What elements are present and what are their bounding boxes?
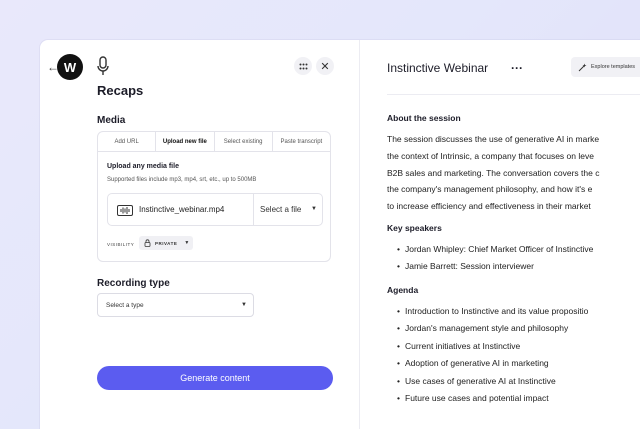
- close-button[interactable]: ✕: [316, 57, 334, 75]
- audio-waveform-icon: [117, 205, 133, 216]
- document-body: About the session The session discusses …: [387, 113, 640, 417]
- divider: [387, 94, 640, 95]
- upload-subtitle: Supported files include mp3, mp4, srt, e…: [107, 177, 257, 183]
- explore-templates-label: Explore templates: [591, 64, 636, 70]
- file-picker[interactable]: Instinctive_webinar.mp4 Select a file ▼: [107, 193, 323, 226]
- lock-icon: [144, 239, 151, 247]
- microphone-icon[interactable]: [96, 56, 110, 78]
- media-card: Add URL Upload new file Select existing …: [97, 131, 331, 262]
- generate-content-button[interactable]: Generate content: [97, 366, 333, 390]
- media-tabs: Add URL Upload new file Select existing …: [98, 132, 330, 152]
- about-paragraph: The session discusses the use of generat…: [387, 131, 640, 215]
- more-options-button[interactable]: ···: [511, 61, 523, 75]
- upload-title: Upload any media file: [107, 163, 179, 170]
- brand-logo[interactable]: W: [57, 54, 83, 80]
- about-line: The session discusses the use of generat…: [387, 134, 600, 144]
- media-label: Media: [97, 115, 126, 126]
- recording-type-select[interactable]: Select a type ▼: [97, 293, 254, 317]
- about-line: the company's management philosophy, and…: [387, 184, 593, 195]
- document-title: Instinctive Webinar: [387, 61, 489, 75]
- list-item: Jordan's management style and philosophy: [387, 320, 640, 338]
- close-icon: ✕: [320, 60, 330, 73]
- recording-type-label: Recording type: [97, 278, 170, 289]
- visibility-label: VISIBILITY: [107, 242, 135, 247]
- caret-down-icon[interactable]: ▼: [311, 206, 317, 212]
- visibility-dropdown[interactable]: PRIVATE ▼: [139, 236, 193, 250]
- about-heading: About the session: [387, 113, 461, 123]
- tab-paste-transcript[interactable]: Paste transcript: [273, 132, 330, 151]
- recording-type-placeholder: Select a type: [106, 302, 144, 309]
- app-window: W ✕ Recaps Media Add URL Upload new file…: [40, 40, 640, 429]
- about-line: to increase efficiency and effectiveness…: [387, 201, 591, 212]
- divider: [253, 194, 254, 225]
- list-item: Future use cases and potential impact: [387, 390, 640, 408]
- explore-templates-button[interactable]: Explore templates: [571, 57, 640, 77]
- list-item: Jordan Whipley: Chief Market Officer of …: [387, 241, 640, 259]
- caret-down-icon: ▼: [241, 302, 247, 308]
- agenda-heading: Agenda: [387, 284, 419, 295]
- agenda-list: Introduction to Instinctive and its valu…: [387, 303, 640, 408]
- speakers-heading: Key speakers: [387, 222, 442, 233]
- grid-menu-button[interactable]: [294, 57, 312, 75]
- list-item: Current initiatives at Instinctive: [387, 338, 640, 356]
- document-panel: Instinctive Webinar ··· Explore template…: [360, 40, 640, 429]
- about-line: B2B sales and marketing. The conversatio…: [387, 167, 600, 178]
- back-arrow-icon[interactable]: ←: [47, 60, 59, 74]
- tab-select-existing[interactable]: Select existing: [215, 132, 273, 151]
- recaps-panel: W ✕ Recaps Media Add URL Upload new file…: [40, 40, 360, 429]
- about-line: the context of Intrinsic, a company that…: [387, 150, 594, 161]
- file-name: Instinctive_webinar.mp4: [139, 205, 225, 214]
- page-title: Recaps: [97, 83, 144, 98]
- list-item: Adoption of generative AI in marketing: [387, 355, 640, 373]
- list-item: Jamie Barrett: Session interviewer: [387, 258, 640, 276]
- select-file-dropdown[interactable]: Select a file: [260, 205, 301, 214]
- list-item: Use cases of generative AI at Instinctiv…: [387, 373, 640, 391]
- magic-wand-icon: [578, 63, 587, 71]
- speakers-list: Jordan Whipley: Chief Market Officer of …: [387, 241, 640, 276]
- visibility-value: PRIVATE: [155, 240, 178, 246]
- tab-add-url[interactable]: Add URL: [98, 132, 157, 151]
- tab-upload-new-file[interactable]: Upload new file: [156, 132, 215, 151]
- grid-icon: [299, 63, 307, 69]
- caret-down-icon: ▼: [184, 240, 190, 246]
- list-item: Introduction to Instinctive and its valu…: [387, 303, 640, 321]
